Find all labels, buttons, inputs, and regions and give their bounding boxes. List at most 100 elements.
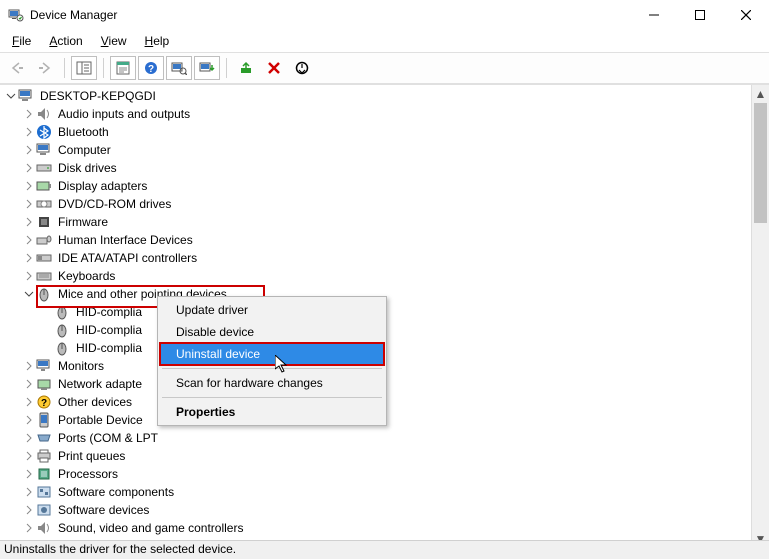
enable-device-button[interactable] [233,56,259,80]
tree-root[interactable]: DESKTOP-KEPQGDI [4,87,752,105]
nav-back-button[interactable] [4,56,30,80]
category-label: Firmware [56,215,110,229]
properties-button[interactable] [110,56,136,80]
disk-icon [36,160,52,176]
menu-action[interactable]: Action [41,32,90,50]
category-processors[interactable]: Processors [4,465,752,483]
collapse-icon[interactable] [22,287,36,301]
statusbar: Uninstalls the driver for the selected d… [0,540,769,559]
expand-icon[interactable] [22,143,36,157]
menu-file[interactable]: File [4,32,39,50]
disable-device-button[interactable] [289,56,315,80]
update-driver-button[interactable] [194,56,220,80]
expand-icon[interactable] [22,413,36,427]
uninstall-device-button[interactable] [261,56,287,80]
category-disk[interactable]: Disk drives [4,159,752,177]
close-button[interactable] [723,0,769,30]
expand-icon[interactable] [22,197,36,211]
vertical-scrollbar[interactable]: ▲ ▼ [751,85,769,547]
ctx-uninstall-device[interactable]: Uninstall device [160,343,384,365]
titlebar: Device Manager [0,0,769,30]
category-firmware[interactable]: Firmware [4,213,752,231]
svg-text:?: ? [41,398,47,409]
expand-icon[interactable] [22,485,36,499]
category-hid[interactable]: Human Interface Devices [4,231,752,249]
category-label: Portable Device [56,413,145,427]
ports-icon [36,430,52,446]
category-label: Sound, video and game controllers [56,521,245,535]
expand-icon[interactable] [22,431,36,445]
expand-icon[interactable] [22,179,36,193]
tree-root-label: DESKTOP-KEPQGDI [38,89,158,103]
expand-icon[interactable] [22,215,36,229]
category-audio[interactable]: Audio inputs and outputs [4,105,752,123]
menu-view[interactable]: View [93,32,135,50]
category-computer[interactable]: Computer [4,141,752,159]
svg-text:?: ? [148,64,154,75]
separator [162,397,382,398]
category-keyboards[interactable]: Keyboards [4,267,752,285]
category-label: Monitors [56,359,106,373]
expand-icon[interactable] [4,89,18,103]
category-display[interactable]: Display adapters [4,177,752,195]
category-bluetooth[interactable]: Bluetooth [4,123,752,141]
category-sound[interactable]: Sound, video and game controllers [4,519,752,537]
category-label: Disk drives [56,161,119,175]
device-label: HID-complia [74,305,144,319]
expand-icon[interactable] [22,161,36,175]
help-button[interactable]: ? [138,56,164,80]
keyboard-icon [36,268,52,284]
expand-icon[interactable] [22,521,36,535]
dvd-icon [36,196,52,212]
mouse-icon [54,340,70,356]
computer-icon [36,142,52,158]
ctx-scan-hardware[interactable]: Scan for hardware changes [160,372,384,394]
expand-icon[interactable] [22,449,36,463]
expand-icon[interactable] [22,233,36,247]
category-ide[interactable]: IDE ATA/ATAPI controllers [4,249,752,267]
toolbar: ? [0,52,769,84]
category-label: Print queues [56,449,127,463]
category-label: Software devices [56,503,151,517]
category-label: Computer [56,143,113,157]
scroll-up-button[interactable]: ▲ [752,85,769,102]
scroll-thumb[interactable] [754,103,767,223]
maximize-button[interactable] [677,0,723,30]
scan-hardware-button[interactable] [166,56,192,80]
expand-icon[interactable] [22,269,36,283]
expand-icon[interactable] [22,251,36,265]
app-icon [8,7,24,23]
category-label: DVD/CD-ROM drives [56,197,173,211]
nav-forward-button[interactable] [32,56,58,80]
expand-icon[interactable] [22,107,36,121]
software-device-icon [36,502,52,518]
mouse-icon [54,322,70,338]
show-hide-tree-button[interactable] [71,56,97,80]
category-label: Other devices [56,395,134,409]
ctx-disable-device[interactable]: Disable device [160,321,384,343]
expand-icon[interactable] [22,125,36,139]
category-swcomp[interactable]: Software components [4,483,752,501]
expand-icon[interactable] [22,395,36,409]
separator [226,58,227,78]
category-dvd[interactable]: DVD/CD-ROM drives [4,195,752,213]
expand-icon[interactable] [22,503,36,517]
ctx-properties[interactable]: Properties [160,401,384,423]
category-label: Software components [56,485,176,499]
ctx-update-driver[interactable]: Update driver [160,299,384,321]
network-icon [36,376,52,392]
menu-help[interactable]: Help [137,32,178,50]
category-ports[interactable]: Ports (COM & LPT [4,429,752,447]
software-component-icon [36,484,52,500]
category-printq[interactable]: Print queues [4,447,752,465]
expand-icon[interactable] [22,359,36,373]
category-swdev[interactable]: Software devices [4,501,752,519]
expand-icon[interactable] [22,467,36,481]
window-title: Device Manager [30,8,631,22]
minimize-button[interactable] [631,0,677,30]
expand-icon[interactable] [22,377,36,391]
processor-icon [36,466,52,482]
portable-device-icon [36,412,52,428]
mouse-icon [36,286,52,302]
category-label: Keyboards [56,269,117,283]
